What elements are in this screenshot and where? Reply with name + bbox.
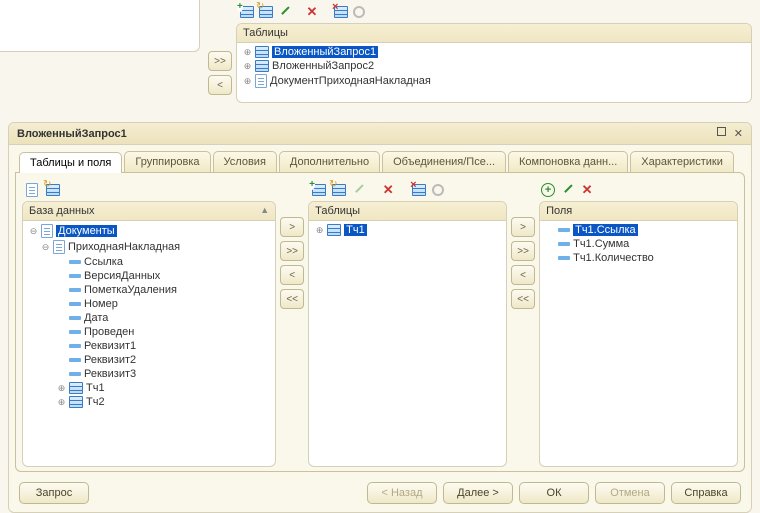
database-panel: База данных ▲ ⊖Документы ⊖ПриходнаяНакла…: [22, 201, 276, 467]
db-toolbar: [22, 179, 276, 201]
field-icon: [69, 330, 81, 334]
tab-characteristics[interactable]: Характеристики: [630, 151, 734, 172]
tab-conditions[interactable]: Условия: [213, 151, 277, 172]
document-icon: [53, 240, 65, 254]
field-icon: [69, 344, 81, 348]
field-icon: [558, 242, 570, 246]
db-header: База данных: [29, 205, 95, 217]
db-field[interactable]: Реквизит3: [27, 367, 271, 381]
move-right-button[interactable]: >>: [208, 51, 232, 71]
field-row[interactable]: Тч1.Сумма: [544, 237, 733, 251]
field-icon: [69, 274, 81, 278]
blank-panel: [0, 0, 200, 52]
top-tables-header: Таблицы: [237, 24, 751, 43]
cancel-button: Отмена: [595, 482, 665, 504]
top-tables-panel: Таблицы ⊕ВложенныйЗапрос1 ⊕ВложенныйЗапр…: [236, 23, 752, 103]
top-table-row[interactable]: ⊕ВложенныйЗапрос1: [241, 45, 747, 59]
db-tabsection[interactable]: ⊕Тч1: [27, 381, 271, 395]
field-icon: [69, 372, 81, 376]
edit-icon: [350, 182, 366, 198]
top-table-row[interactable]: ⊕ВложенныйЗапрос2: [241, 59, 747, 73]
temp-table-icon[interactable]: [44, 182, 60, 198]
db-category[interactable]: ⊖Документы: [27, 223, 271, 239]
field-row[interactable]: Тч1.Ссылка: [544, 223, 733, 237]
documents-icon: [41, 224, 53, 238]
ok-button[interactable]: ОК: [519, 482, 589, 504]
field-icon: [558, 256, 570, 260]
next-button[interactable]: Далее >: [443, 482, 513, 504]
remove-all-tables-button[interactable]: <<: [280, 289, 304, 309]
remove-table-icon[interactable]: [332, 4, 348, 20]
field-icon: [69, 316, 81, 320]
fields-panel: Поля Тч1.Ссылка Тч1.Сумма Тч1.Количество: [539, 201, 738, 467]
add-table-button[interactable]: >: [280, 217, 304, 237]
table-icon: [255, 46, 269, 58]
db-field[interactable]: Реквизит1: [27, 339, 271, 353]
field-icon: [69, 302, 81, 306]
tab-grouping[interactable]: Группировка: [124, 151, 210, 172]
nested-query-icon[interactable]: [24, 182, 40, 198]
delete-icon[interactable]: ✕: [380, 182, 396, 198]
fields-header: Поля: [540, 202, 737, 221]
tab-tables-fields[interactable]: Таблицы и поля: [19, 152, 122, 173]
add-table-icon[interactable]: [310, 182, 326, 198]
close-icon[interactable]: ✕: [734, 127, 743, 140]
back-button: < Назад: [367, 482, 437, 504]
db-field[interactable]: Ссылка: [27, 255, 271, 269]
db-document[interactable]: ⊖ПриходнаяНакладная: [27, 239, 271, 255]
db-field[interactable]: Реквизит2: [27, 353, 271, 367]
remove-table-button[interactable]: <: [280, 265, 304, 285]
tables-toolbar: ✕: [308, 179, 507, 201]
maximize-icon[interactable]: [717, 127, 726, 140]
chevron-up-icon[interactable]: ▲: [260, 205, 269, 217]
query-button[interactable]: Запрос: [19, 482, 89, 504]
remove-all-fields-button[interactable]: <<: [511, 289, 535, 309]
add-all-tables-button[interactable]: >>: [280, 241, 304, 261]
tab-composition[interactable]: Компоновка данн...: [508, 151, 628, 172]
table-icon: [69, 396, 83, 408]
editor-title: ВложенныйЗапрос1: [17, 128, 127, 140]
settings-icon: [430, 182, 446, 198]
table-icon: [327, 224, 341, 236]
add-icon[interactable]: +: [541, 183, 555, 197]
field-icon: [558, 228, 570, 232]
db-field[interactable]: Дата: [27, 311, 271, 325]
table-icon: [69, 382, 83, 394]
db-tabsection[interactable]: ⊕Тч2: [27, 395, 271, 409]
field-icon: [69, 260, 81, 264]
document-icon: [255, 74, 267, 88]
delete-icon[interactable]: ✕: [579, 182, 595, 198]
query-editor: ВложенныйЗапрос1 ✕ Таблицы и поля Группи…: [8, 122, 752, 513]
top-toolbar: ✕: [200, 0, 752, 23]
tab-bar: Таблицы и поля Группировка Условия Допол…: [9, 145, 751, 172]
tab-joins[interactable]: Объединения/Псе...: [382, 151, 506, 172]
top-table-row[interactable]: ⊕ДокументПриходнаяНакладная: [241, 73, 747, 89]
add-field-button[interactable]: >: [511, 217, 535, 237]
field-row[interactable]: Тч1.Количество: [544, 251, 733, 265]
db-field[interactable]: ВерсияДанных: [27, 269, 271, 283]
add-all-fields-button[interactable]: >>: [511, 241, 535, 261]
fields-toolbar: + ✕: [539, 179, 738, 201]
tab-advanced[interactable]: Дополнительно: [279, 151, 380, 172]
remove-table-icon[interactable]: [410, 182, 426, 198]
add-table-icon[interactable]: [238, 4, 254, 20]
swap-table-icon[interactable]: [330, 182, 346, 198]
db-field[interactable]: ПометкаУдаления: [27, 283, 271, 297]
field-icon: [69, 358, 81, 362]
edit-icon[interactable]: [276, 4, 292, 20]
db-field[interactable]: Номер: [27, 297, 271, 311]
delete-icon[interactable]: ✕: [304, 4, 320, 20]
remove-field-button[interactable]: <: [511, 265, 535, 285]
tables-panel: Таблицы ⊕Тч1: [308, 201, 507, 467]
tables-header: Таблицы: [309, 202, 506, 221]
move-left-button[interactable]: <: [208, 75, 232, 95]
field-icon: [69, 288, 81, 292]
swap-table-icon[interactable]: [257, 4, 273, 20]
help-button[interactable]: Справка: [671, 482, 741, 504]
table-icon: [255, 60, 269, 72]
edit-icon[interactable]: [559, 182, 575, 198]
db-field[interactable]: Проведен: [27, 325, 271, 339]
settings-icon: [351, 4, 367, 20]
table-row[interactable]: ⊕Тч1: [313, 223, 502, 237]
